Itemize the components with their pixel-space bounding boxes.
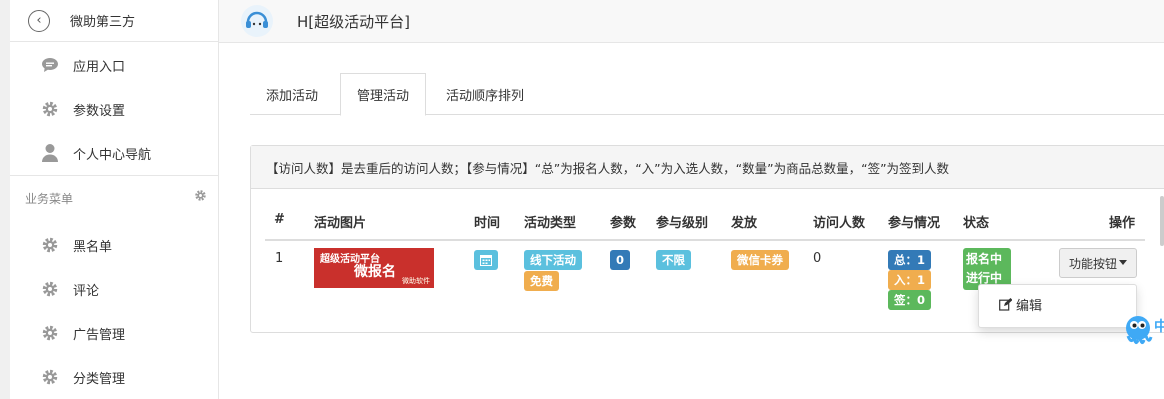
col-header-participation: 参与情况 — [888, 216, 941, 231]
col-header-visits: 访问人数 — [813, 216, 866, 231]
sidebar-item-categories[interactable]: 分类管理 — [10, 355, 219, 399]
type-label-free: 免费 — [524, 271, 559, 291]
sidebar-item-app-entry[interactable]: 应用入口 — [10, 43, 219, 87]
sidebar-item-label: 广告管理 — [73, 327, 126, 343]
sidebar: ‹ 微助第三方 应用入口 参数设置 个人中心导航 业务菜单 黑名单 评论 广告管… — [0, 0, 219, 399]
app-title: H[超级活动平台] — [297, 12, 410, 31]
function-button[interactable]: 功能按钮 — [1059, 248, 1137, 278]
col-header-level: 参与级别 — [656, 216, 709, 231]
tab-label: 添加活动 — [266, 88, 319, 104]
function-dropdown-menu: 编辑 — [978, 284, 1137, 328]
table-header-divider — [265, 239, 1145, 241]
panel-note: 【访问人数】是去重后的访问人数；【参与情况】“总”为报名人数，“入”为入选人数，… — [251, 146, 1164, 189]
page: ‹ 微助第三方 应用入口 参数设置 个人中心导航 业务菜单 黑名单 评论 广告管… — [0, 0, 1164, 399]
col-header-grant: 发放 — [731, 216, 758, 231]
sidebar-item-profile-nav[interactable]: 个人中心导航 — [10, 131, 219, 175]
sidebar-item-label: 分类管理 — [73, 371, 126, 387]
image-text-line3: 微助软件 — [402, 277, 430, 285]
param-badge: 0 — [610, 250, 631, 270]
gear-icon — [40, 323, 60, 343]
sidebar-item-label: 参数设置 — [73, 103, 126, 119]
gear-icon — [40, 235, 60, 255]
headset-icon — [241, 5, 273, 37]
col-header-status: 状态 — [963, 216, 990, 231]
user-icon — [40, 143, 60, 163]
row-index: 1 — [275, 251, 284, 266]
back-button[interactable]: ‹ — [28, 9, 50, 32]
participation-total: 总：1 — [888, 250, 932, 270]
gear-icon — [40, 367, 60, 387]
activity-image[interactable]: 超级活动平台 微报名 微助软件 — [314, 248, 434, 288]
participation-signed: 签：0 — [888, 290, 932, 310]
chat-icon — [40, 55, 60, 75]
sidebar-title: 微助第三方 — [70, 15, 136, 30]
sidebar-group-business: 业务菜单 — [10, 176, 219, 220]
sidebar-item-blacklist[interactable]: 黑名单 — [10, 223, 219, 267]
menu-item-edit[interactable]: 编辑 — [999, 295, 1042, 314]
col-header-time: 时间 — [474, 216, 501, 231]
tab-bar: 添加活动 管理活动 活动顺序排列 — [250, 73, 1164, 116]
tab-label: 活动顺序排列 — [446, 88, 525, 104]
col-header-param: 参数 — [610, 216, 637, 231]
sidebar-item-params[interactable]: 参数设置 — [10, 87, 219, 131]
sidebar-edge — [0, 0, 10, 399]
tab-activity-order[interactable]: 活动顺序排列 — [430, 73, 540, 115]
participation-selected: 入：1 — [888, 270, 932, 290]
function-button-label: 功能按钮 — [1068, 256, 1117, 271]
topbar: H[超级活动平台] — [219, 0, 1164, 43]
level-badge: 不限 — [656, 250, 691, 270]
gear-icon — [40, 279, 60, 299]
caret-down-icon — [1119, 260, 1127, 265]
sidebar-item-label: 评论 — [73, 283, 100, 299]
edit-icon — [999, 298, 1012, 311]
sidebar-item-label: 应用入口 — [73, 59, 126, 75]
col-header-type: 活动类型 — [524, 216, 577, 231]
gear-icon[interactable] — [194, 189, 207, 205]
mascot-text: 中 — [1154, 319, 1164, 335]
tab-add-activity[interactable]: 添加活动 — [250, 73, 334, 115]
tab-label: 管理活动 — [357, 89, 410, 104]
status-line-registering: 报名中 — [966, 252, 1003, 266]
sidebar-item-label: 个人中心导航 — [73, 147, 152, 163]
type-label-offline: 线下活动 — [524, 250, 582, 270]
image-text-line2: 微报名 — [354, 264, 396, 280]
calendar-icon[interactable] — [474, 250, 498, 270]
sidebar-item-ads[interactable]: 广告管理 — [10, 311, 219, 355]
sidebar-item-comments[interactable]: 评论 — [10, 267, 219, 311]
col-header-actions: 操作 — [1109, 216, 1136, 231]
col-header-image: 活动图片 — [314, 216, 367, 231]
sidebar-item-label: 黑名单 — [73, 239, 113, 255]
gear-icon — [40, 99, 60, 119]
scrollbar[interactable] — [1160, 196, 1164, 246]
sidebar-group-label: 业务菜单 — [25, 191, 74, 206]
back-icon: ‹ — [36, 13, 42, 28]
visit-count: 0 — [813, 251, 822, 266]
col-header-index: # — [274, 212, 285, 227]
mascot-icon[interactable]: 中 — [1120, 310, 1164, 350]
grant-badge: 微信卡券 — [731, 250, 789, 270]
sidebar-header: ‹ 微助第三方 — [10, 0, 219, 42]
menu-item-label: 编辑 — [1016, 299, 1043, 314]
tab-manage-activity[interactable]: 管理活动 — [340, 73, 427, 116]
